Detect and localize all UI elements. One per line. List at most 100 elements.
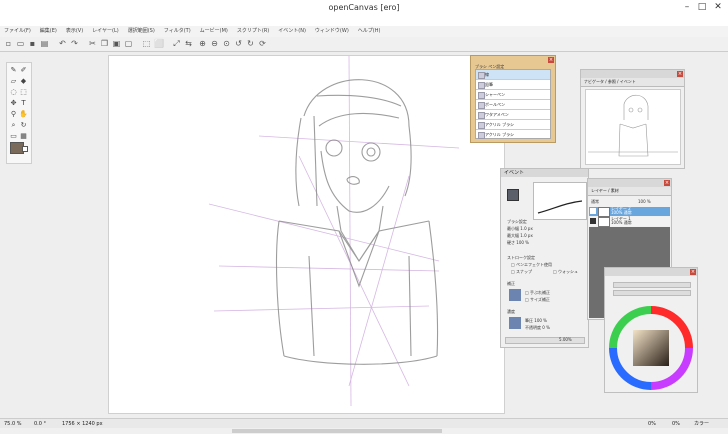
flip-icon[interactable]: ⇆ bbox=[184, 39, 193, 48]
rotate-right-icon[interactable]: ↻ bbox=[246, 39, 255, 48]
brush-panel-close-icon[interactable]: × bbox=[548, 57, 554, 63]
blend-mode-select[interactable]: 通常 bbox=[591, 199, 599, 205]
save-file-icon[interactable]: ▪ bbox=[28, 39, 37, 48]
navigator-titlebar[interactable] bbox=[581, 70, 684, 78]
brush-item[interactable]: 鉛筆 bbox=[476, 80, 550, 90]
clear-icon[interactable]: ▢ bbox=[124, 39, 133, 48]
select-tool-icon[interactable]: ⬚ bbox=[19, 88, 28, 97]
pen-tool-icon[interactable]: ✎ bbox=[9, 66, 18, 75]
zoom-in-icon[interactable]: ⊕ bbox=[198, 39, 207, 48]
brush-panel-titlebar[interactable] bbox=[471, 56, 555, 64]
layer-panel-titlebar[interactable] bbox=[588, 179, 671, 187]
menu-selection[interactable]: 選択範囲(S) bbox=[128, 26, 155, 37]
print-icon[interactable]: ▤ bbox=[40, 39, 49, 48]
menu-event[interactable]: イベント(N) bbox=[278, 26, 306, 37]
maximize-button[interactable]: □ bbox=[697, 3, 707, 12]
sketch-drawing bbox=[208, 55, 460, 407]
copy-icon[interactable]: ❐ bbox=[100, 39, 109, 48]
color-panel-close-icon[interactable]: × bbox=[690, 269, 696, 275]
brush-item[interactable]: 線 bbox=[476, 70, 550, 80]
tool-settings-titlebar[interactable]: イベント bbox=[501, 169, 588, 177]
pressure-row[interactable]: 筆圧 100 % bbox=[525, 318, 547, 324]
transform-icon[interactable]: ⤢ bbox=[172, 39, 181, 48]
layer-opacity-value[interactable]: 100 % bbox=[638, 199, 651, 204]
zoom-tool-icon[interactable]: ⌕ bbox=[9, 121, 18, 130]
navigator-panel: × ナビゲータ / 参照 / イベント bbox=[580, 69, 685, 169]
drawing-canvas[interactable] bbox=[108, 55, 505, 414]
menu-layer[interactable]: レイヤー(L) bbox=[92, 26, 119, 37]
minimize-button[interactable]: – bbox=[682, 3, 692, 12]
tool-settings-tab[interactable]: イベント bbox=[504, 170, 524, 176]
menu-script[interactable]: スクリプト(R) bbox=[237, 26, 269, 37]
navigator-preview[interactable] bbox=[585, 89, 681, 165]
color-panel-titlebar[interactable] bbox=[605, 268, 697, 276]
pen-effect-checkbox[interactable]: □ ペンエフェクト使用 bbox=[511, 262, 552, 268]
color-panel: × bbox=[604, 267, 698, 393]
opacity-row[interactable]: 不透明度 0 % bbox=[525, 325, 550, 331]
correction-label: 補正 bbox=[507, 281, 515, 286]
color-slider-r[interactable] bbox=[613, 282, 691, 288]
background-color-swatch[interactable] bbox=[22, 146, 28, 152]
window-title: openCanvas [ero] bbox=[328, 3, 400, 12]
new-file-icon[interactable]: ▫ bbox=[4, 39, 13, 48]
layer-row-selected[interactable]: レイヤー 2 100% 通常 bbox=[589, 207, 670, 217]
layer-panel-close-icon[interactable]: × bbox=[664, 180, 670, 186]
hardness-row[interactable]: 硬さ 100 % bbox=[507, 240, 529, 246]
brush-item[interactable]: ワタアメペン bbox=[476, 110, 550, 120]
ruler-tool-icon[interactable]: ▭ bbox=[9, 132, 18, 141]
rotate-left-icon[interactable]: ↺ bbox=[234, 39, 243, 48]
brush-tool-icon[interactable]: ✐ bbox=[19, 66, 28, 75]
menu-movie[interactable]: ムービー(M) bbox=[200, 26, 228, 37]
layer-row[interactable]: レイヤー 1 100% 通常 bbox=[589, 217, 670, 227]
move-tool-icon[interactable]: ✥ bbox=[9, 99, 18, 108]
wash-checkbox[interactable]: □ ウォッシュ bbox=[553, 269, 578, 275]
visibility-eye-icon[interactable] bbox=[590, 218, 596, 224]
max-width-row[interactable]: 最大幅 1.0 px bbox=[507, 233, 533, 239]
open-file-icon[interactable]: ▭ bbox=[16, 39, 25, 48]
navigator-close-icon[interactable]: × bbox=[677, 71, 683, 77]
menu-edit[interactable]: 編集(E) bbox=[40, 26, 57, 37]
brush-list: 線 鉛筆 シャーペン ボールペン ワタアメペン アクリル ブラシ アクリル ブラ… bbox=[475, 69, 551, 140]
scrollbar-thumb[interactable] bbox=[232, 429, 442, 433]
snap-checkbox[interactable]: □ スナップ bbox=[511, 269, 532, 275]
menu-help[interactable]: ヘルプ(H) bbox=[358, 26, 381, 37]
lasso-tool-icon[interactable]: ◌ bbox=[9, 88, 18, 97]
select-all-icon[interactable]: ⬚ bbox=[142, 39, 151, 48]
tool-preview-swatch[interactable] bbox=[507, 189, 519, 201]
eyedropper-tool-icon[interactable]: ⚲ bbox=[9, 110, 18, 119]
brush-item[interactable]: シャーペン bbox=[476, 90, 550, 100]
eraser-tool-icon[interactable]: ▱ bbox=[9, 77, 18, 86]
hand-tool-icon[interactable]: ✋ bbox=[19, 110, 28, 119]
gradient-tool-icon[interactable]: ▦ bbox=[19, 132, 28, 141]
stabilizer-checkbox[interactable]: □ 手ぶれ補正 bbox=[525, 290, 550, 296]
color-wheel[interactable] bbox=[607, 306, 695, 390]
layer-info: 100% 通常 bbox=[611, 210, 632, 215]
rotate-reset-icon[interactable]: ⟳ bbox=[258, 39, 267, 48]
navigator-tabs[interactable]: ナビゲータ / 参照 / イベント bbox=[581, 78, 684, 87]
deselect-icon[interactable]: ⬜ bbox=[154, 39, 164, 48]
text-tool-icon[interactable]: T bbox=[19, 99, 28, 108]
tool-zoom-slider[interactable] bbox=[505, 337, 585, 344]
brush-item[interactable]: アクリル ブラシ bbox=[476, 130, 550, 140]
visibility-eye-icon[interactable] bbox=[590, 208, 596, 214]
cut-icon[interactable]: ✂ bbox=[88, 39, 97, 48]
menu-window[interactable]: ウィンドウ(W) bbox=[315, 26, 349, 37]
paste-icon[interactable]: ▣ bbox=[112, 39, 121, 48]
color-slider-g[interactable] bbox=[613, 290, 691, 296]
menu-filter[interactable]: フィルタ(T) bbox=[164, 26, 191, 37]
density-icon bbox=[509, 317, 521, 329]
menu-file[interactable]: ファイル(F) bbox=[4, 26, 31, 37]
brush-item[interactable]: ボールペン bbox=[476, 100, 550, 110]
layer-tabs[interactable]: レイヤー / 素材 bbox=[588, 187, 671, 196]
close-button[interactable]: ✕ bbox=[713, 3, 723, 12]
zoom-fit-icon[interactable]: ⊙ bbox=[222, 39, 231, 48]
min-width-row[interactable]: 最小幅 1.0 px bbox=[507, 226, 533, 232]
rotate-tool-icon[interactable]: ↻ bbox=[19, 121, 28, 130]
brush-item[interactable]: アクリル ブラシ bbox=[476, 120, 550, 130]
zoom-out-icon[interactable]: ⊖ bbox=[210, 39, 219, 48]
fill-tool-icon[interactable]: ◆ bbox=[19, 77, 28, 86]
undo-icon[interactable]: ↶ bbox=[58, 39, 67, 48]
menu-view[interactable]: 表示(V) bbox=[66, 26, 83, 37]
size-correction-checkbox[interactable]: □ サイズ補正 bbox=[525, 297, 550, 303]
redo-icon[interactable]: ↷ bbox=[70, 39, 79, 48]
